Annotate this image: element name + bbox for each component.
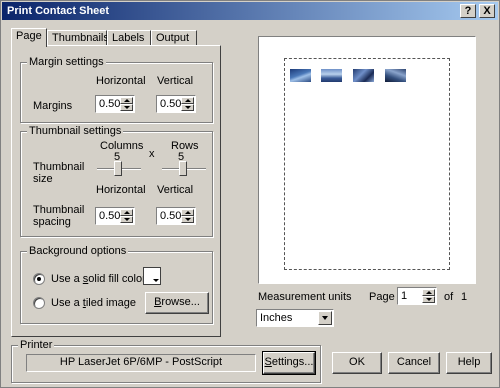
spacing-horizontal-label: Horizontal <box>96 184 146 196</box>
thumbnail-size-label-1: Thumbnail <box>33 161 85 173</box>
background-options-group: Background options Use a solid fill colo… <box>20 245 213 324</box>
fill-color-swatch[interactable] <box>143 267 161 285</box>
margin-settings-group: Margin settings Horizontal Vertical Marg… <box>20 56 213 123</box>
thumbnail-image-2 <box>321 69 342 82</box>
rows-slider[interactable] <box>162 161 206 177</box>
columns-label: Columns <box>100 140 144 152</box>
thumbnail-size-label-2: size <box>33 173 53 185</box>
help-button[interactable]: Help <box>446 352 492 374</box>
of-label: of <box>444 291 454 303</box>
thumbnail-image-3 <box>353 69 374 82</box>
chevron-down-icon <box>153 277 159 283</box>
spin-down-icon[interactable] <box>422 296 435 303</box>
settings-button[interactable]: Settings... <box>262 351 316 375</box>
solid-fill-radio[interactable] <box>33 273 45 285</box>
spin-down-icon[interactable] <box>120 216 133 223</box>
spin-up-icon[interactable] <box>422 289 435 296</box>
page-label: Page <box>369 291 395 303</box>
printer-name: HP LaserJet 6P/6MP - PostScript <box>26 354 256 372</box>
tab-thumbnails[interactable]: Thumbnails <box>47 30 109 46</box>
printer-title: Printer <box>18 339 55 351</box>
margins-label: Margins <box>33 100 73 112</box>
measurement-units-select[interactable]: Inches <box>256 309 334 327</box>
page-input[interactable] <box>399 289 423 303</box>
margin-vertical-spinner[interactable] <box>156 95 196 113</box>
window-title: Print Contact Sheet <box>7 5 110 17</box>
spin-up-icon[interactable] <box>120 97 133 104</box>
margin-horizontal-label: Horizontal <box>96 75 146 87</box>
page-total: 1 <box>461 291 468 303</box>
spin-down-icon[interactable] <box>181 104 194 111</box>
tiled-image-radio[interactable] <box>33 297 45 309</box>
measurement-units-label: Measurement units <box>258 291 352 303</box>
margin-horizontal-input[interactable] <box>97 97 121 111</box>
solid-fill-label[interactable]: Use a solid fill color <box>51 273 146 285</box>
spin-down-icon[interactable] <box>120 104 133 111</box>
tiled-image-label[interactable]: Use a tiled image <box>51 297 136 309</box>
spacing-horizontal-spinner[interactable] <box>95 207 135 225</box>
spin-up-icon[interactable] <box>181 209 194 216</box>
close-icon[interactable]: X <box>479 4 495 18</box>
columns-slider[interactable] <box>97 161 141 177</box>
thumbnail-image-1 <box>290 69 311 82</box>
print-contact-sheet-dialog: Print Contact Sheet ? X Page Thumbnails … <box>0 0 500 388</box>
title-bar: Print Contact Sheet ? X <box>2 2 498 20</box>
spin-down-icon[interactable] <box>181 216 194 223</box>
cancel-button[interactable]: Cancel <box>388 352 440 374</box>
thumbnail-spacing-label-1: Thumbnail <box>33 204 85 216</box>
margin-vertical-label: Vertical <box>157 75 194 87</box>
thumbnail-settings-group: Thumbnail settings Columns Rows 5 x 5 Th… <box>20 125 213 237</box>
thumbnail-image-4 <box>385 69 406 82</box>
rows-label: Rows <box>171 140 199 152</box>
spacing-vertical-input[interactable] <box>158 209 182 223</box>
background-options-title: Background options <box>27 245 129 257</box>
help-icon[interactable]: ? <box>460 4 476 18</box>
measurement-units-value: Inches <box>260 312 293 324</box>
margin-vertical-input[interactable] <box>158 97 182 111</box>
margin-horizontal-spinner[interactable] <box>95 95 135 113</box>
times-label: x <box>149 148 155 160</box>
tab-labels[interactable]: Labels <box>107 30 151 46</box>
spacing-horizontal-input[interactable] <box>97 209 121 223</box>
rows-slider-thumb[interactable] <box>179 161 187 176</box>
spin-up-icon[interactable] <box>120 209 133 216</box>
tab-output[interactable]: Output <box>151 30 197 46</box>
tab-page[interactable]: Page <box>11 28 47 47</box>
thumbnail-settings-title: Thumbnail settings <box>27 125 124 137</box>
columns-slider-thumb[interactable] <box>114 161 122 176</box>
page-tab-panel: Margin settings Horizontal Vertical Marg… <box>11 45 221 337</box>
margin-settings-title: Margin settings <box>27 56 106 68</box>
spacing-vertical-label: Vertical <box>157 184 194 196</box>
browse-button[interactable]: Browse... <box>145 292 209 314</box>
spin-up-icon[interactable] <box>181 97 194 104</box>
margin-outline <box>284 58 450 270</box>
page-preview <box>258 36 476 284</box>
ok-button[interactable]: OK <box>332 352 382 374</box>
thumbnail-spacing-label-2: spacing <box>33 216 71 228</box>
page-spinner[interactable] <box>397 287 437 305</box>
chevron-down-icon[interactable] <box>318 311 332 325</box>
spacing-vertical-spinner[interactable] <box>156 207 196 225</box>
